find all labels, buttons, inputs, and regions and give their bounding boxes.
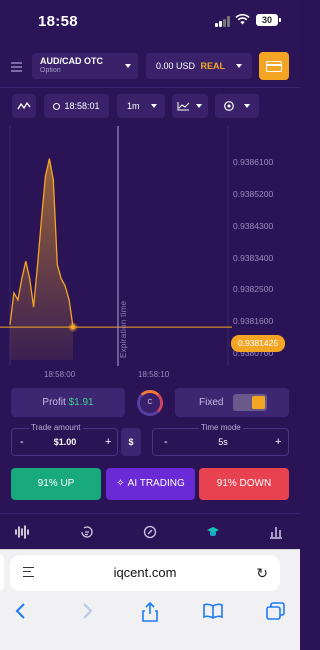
chevron-left-icon — [15, 603, 25, 619]
asset-type: Option — [40, 67, 61, 74]
down-button[interactable]: 91% DOWN — [199, 468, 289, 500]
chevron-down-icon — [244, 104, 250, 108]
profit-label: Profit — [42, 397, 66, 408]
timer-letter: C — [140, 393, 160, 413]
interval-value: 1m — [127, 101, 140, 111]
current-price-badge: 0.9381425 — [231, 335, 285, 352]
price-tick-label: 0.9383400 — [233, 252, 274, 263]
status-time: 18:58 — [38, 13, 78, 30]
forward-button[interactable] — [82, 602, 94, 625]
ai-trading-button[interactable]: ✧ AI TRADING — [106, 468, 195, 500]
previous-tab-edge[interactable] — [0, 555, 4, 591]
price-area — [10, 158, 73, 360]
url-text: iqcent.com — [113, 565, 177, 580]
waveform-icon — [15, 525, 29, 539]
indicators-button[interactable] — [12, 94, 36, 118]
tabs-button[interactable] — [266, 602, 286, 625]
price-tick-label: 0.9386100 — [233, 157, 274, 168]
server-time: 18:58:01 — [64, 101, 100, 111]
chevron-right-icon — [83, 603, 93, 619]
ai-trading-label: AI TRADING — [127, 478, 185, 489]
indicator-wave-icon — [17, 101, 31, 110]
chevron-down-icon — [125, 64, 131, 68]
time-label: Time mode — [199, 423, 243, 432]
drawing-tools-selector[interactable] — [215, 94, 259, 118]
book-icon — [203, 603, 223, 619]
balance-selector[interactable]: 0.00 USD REAL — [146, 53, 252, 79]
countdown-timer: C — [137, 390, 163, 416]
sparkle-icon: ✧ — [116, 478, 125, 489]
share-button[interactable] — [142, 601, 158, 627]
price-tick-label: 0.9382500 — [233, 284, 274, 295]
tabs-icon — [266, 602, 285, 620]
profit-value: $1.91 — [68, 397, 94, 408]
amount-decrease-button[interactable]: - — [20, 436, 24, 448]
share-icon — [142, 601, 158, 622]
trade-amount-field: Trade amount - $1.00 + — [11, 423, 118, 456]
nav-item-promo[interactable] — [142, 524, 158, 540]
balance-amount: 0.00 USD — [156, 61, 196, 71]
nav-item-education[interactable] — [205, 524, 221, 540]
trade-amount-input[interactable]: $1.00 — [32, 437, 98, 447]
interval-selector[interactable]: 1m — [117, 94, 165, 118]
time-decrease-button[interactable]: - — [164, 436, 168, 448]
chart-type-selector[interactable] — [172, 94, 208, 118]
x-tick-label: 18:58:10 — [138, 370, 170, 379]
expiration-label: Expiration time — [119, 300, 128, 358]
up-button[interactable]: 91% UP — [11, 468, 101, 500]
trade-amount-label: Trade amount — [29, 423, 83, 432]
settings-icon — [224, 101, 234, 111]
wallet-icon — [266, 61, 282, 72]
nav-item-history[interactable] — [79, 524, 95, 540]
app-header: AUD/CAD OTC Option 0.00 USD REAL — [0, 44, 300, 88]
chevron-down-icon — [151, 104, 157, 108]
bottom-navigation — [0, 513, 300, 549]
price-chart[interactable]: 0.9386100 0.9385200 0.9384300 0.9383400 0.93… — [0, 126, 300, 380]
menu-icon[interactable] — [11, 62, 22, 72]
current-point — [70, 324, 76, 330]
price-tick-label: 0.9385200 — [233, 188, 274, 199]
chart-toolbar: 18:58:01 1m — [0, 88, 300, 126]
fixed-label: Fixed — [199, 397, 224, 408]
status-bar: 18:58 30 — [0, 0, 300, 44]
clock-icon — [53, 103, 61, 110]
gauge-icon — [143, 525, 157, 539]
time-input[interactable]: 5s — [193, 437, 253, 447]
fixed-toggle[interactable] — [233, 394, 267, 411]
chevron-down-icon — [196, 104, 202, 108]
back-button[interactable] — [14, 602, 26, 625]
graduation-cap-icon — [207, 527, 219, 537]
battery-icon: 30 — [256, 14, 281, 26]
time-field: Time mode - 5s + — [152, 423, 289, 456]
profit-display: Profit $1.91 — [11, 388, 125, 417]
signal-icon — [215, 16, 231, 27]
browser-toolbar: iqcent.com ↻ — [0, 549, 300, 650]
reload-icon[interactable]: ↻ — [256, 565, 268, 582]
price-tick-label: 0.9384300 — [233, 220, 274, 231]
account-mode: REAL — [200, 61, 226, 71]
server-time-button[interactable]: 18:58:01 — [44, 94, 109, 118]
nav-item-trade[interactable] — [14, 524, 30, 540]
wifi-icon — [235, 13, 250, 25]
x-tick-label: 18:58:00 — [44, 370, 76, 379]
chevron-down-icon — [236, 64, 242, 68]
currency-toggle-button[interactable]: $ — [121, 428, 141, 456]
fixed-mode-box: Fixed — [175, 388, 289, 417]
amount-increase-button[interactable]: + — [105, 436, 111, 448]
nav-item-leaderboard[interactable] — [268, 524, 284, 540]
line-chart-icon — [177, 102, 190, 111]
address-bar[interactable]: iqcent.com ↻ — [10, 555, 280, 591]
wallet-button[interactable] — [259, 52, 289, 80]
asset-name: AUD/CAD OTC — [40, 56, 103, 66]
price-tick-label: 0.9381600 — [233, 316, 274, 327]
bookmarks-button[interactable] — [203, 602, 223, 625]
history-icon — [81, 526, 93, 538]
time-increase-button[interactable]: + — [275, 436, 281, 448]
bar-chart-icon — [270, 527, 282, 539]
asset-selector[interactable]: AUD/CAD OTC Option — [32, 53, 138, 79]
